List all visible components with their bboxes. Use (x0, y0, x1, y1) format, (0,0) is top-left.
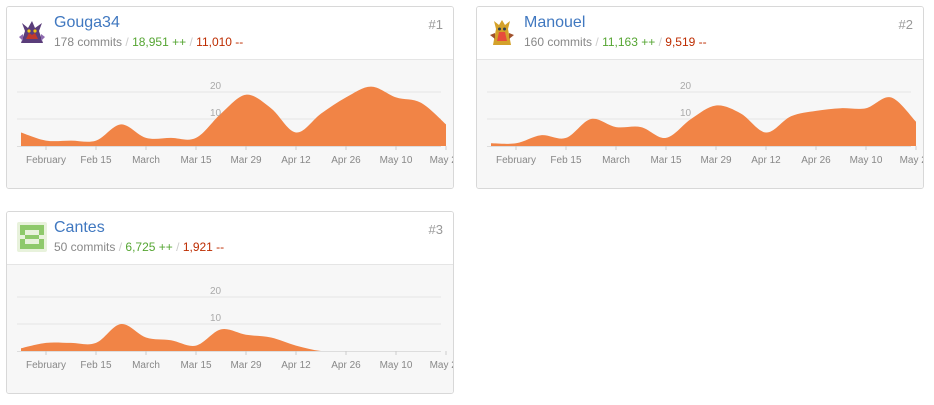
deletions-count: 1,921 -- (182, 240, 225, 254)
x-tick-label: Apr 26 (801, 155, 831, 166)
commit-count[interactable]: 50 commits (54, 240, 115, 254)
x-tick-label: Apr 26 (331, 360, 361, 371)
commit-activity-chart: 10 20 February Feb 15 March Mar 15 Mar 29 Apr 1… (477, 60, 923, 188)
x-tick-label: Mar 29 (230, 360, 262, 371)
x-tick-label: Feb 15 (80, 155, 112, 166)
chart-svg: 10 20 February Feb 15 March Mar 15 Mar 29 Apr 1… (17, 81, 453, 166)
identicon-avatar-icon[interactable] (17, 222, 47, 252)
contributor-rank: #2 (898, 17, 913, 32)
additions-count: 11,163 ++ (602, 35, 656, 49)
card-header: Manouel 160 commits / 11,163 ++ / 9,519 … (477, 7, 923, 60)
contributor-stats: 178 commits / 18,951 ++ / 11,010 -- (54, 35, 243, 49)
chart-svg: 10 20 February Feb 15 March Mar 15 Mar 29 Apr 1… (487, 81, 923, 166)
card-header: Gouga34 178 commits / 18,951 ++ / 11,010… (7, 7, 453, 60)
stats-separator: / (176, 240, 180, 254)
contributor-card-2: Manouel 160 commits / 11,163 ++ / 9,519 … (476, 6, 924, 189)
x-tick-label: March (132, 155, 160, 166)
x-tick-label: May 24 (430, 155, 453, 166)
x-tick-label: February (26, 155, 66, 166)
deletions-count: 9,519 -- (665, 35, 707, 49)
x-tick-label: Mar 29 (230, 155, 262, 166)
x-tick-label: February (26, 360, 66, 371)
y-tick-label: 20 (210, 286, 222, 297)
contributor-name-link[interactable]: Cantes (54, 219, 105, 237)
x-tick-label: May 10 (380, 155, 413, 166)
contributor-stats: 50 commits / 6,725 ++ / 1,921 -- (54, 240, 224, 254)
commit-area-series (491, 97, 916, 146)
x-tick-label: February (496, 155, 536, 166)
x-tick-label: Mar 15 (180, 360, 212, 371)
dragon-avatar-icon[interactable] (17, 17, 47, 47)
x-tick-label: Feb 15 (550, 155, 582, 166)
contributor-name-link[interactable]: Manouel (524, 14, 585, 32)
contributor-rank: #1 (428, 17, 443, 32)
x-tick-label: Apr 12 (281, 155, 311, 166)
stats-separator: / (118, 240, 123, 254)
x-tick-label: May 24 (430, 360, 453, 371)
commit-area-series (21, 323, 446, 351)
x-tick-label: March (132, 360, 160, 371)
chart-svg: 10 20 February Feb 15 March Mar 15 Mar 29 Apr 1… (17, 286, 453, 371)
contributor-card-1: Gouga34 178 commits / 18,951 ++ / 11,010… (6, 6, 454, 189)
x-tick-label: Apr 12 (281, 360, 311, 371)
creature-avatar-icon[interactable] (487, 17, 517, 47)
stats-separator: / (125, 35, 129, 49)
stats-separator: / (658, 35, 662, 49)
contributor-card-3: Cantes 50 commits / 6,725 ++ / 1,921 -- … (6, 211, 454, 394)
y-tick-label: 10 (210, 108, 222, 119)
commit-count[interactable]: 178 commits (54, 35, 122, 49)
commit-activity-chart: 10 20 February Feb 15 March Mar 15 Mar 29 Apr 1… (7, 265, 453, 393)
commit-activity-chart: 10 20 February Feb 15 March Mar 15 Mar 29 Apr 1… (7, 60, 453, 188)
y-tick-label: 10 (210, 313, 222, 324)
contributor-name-link[interactable]: Gouga34 (54, 14, 120, 32)
x-tick-label: Mar 15 (650, 155, 682, 166)
y-tick-label: 20 (210, 81, 222, 92)
additions-count: 6,725 ++ (125, 240, 173, 254)
y-tick-label: 20 (680, 81, 692, 92)
deletions-count: 11,010 -- (196, 35, 244, 49)
card-header: Cantes 50 commits / 6,725 ++ / 1,921 -- … (7, 212, 453, 265)
x-tick-label: Apr 26 (331, 155, 361, 166)
x-tick-label: Feb 15 (80, 360, 112, 371)
additions-count: 18,951 ++ (132, 35, 187, 49)
stats-separator: / (189, 35, 193, 49)
x-tick-label: May 24 (900, 155, 923, 166)
x-tick-label: March (602, 155, 630, 166)
commit-area-series (21, 86, 446, 146)
x-tick-label: Mar 15 (180, 155, 212, 166)
x-tick-label: Mar 29 (700, 155, 732, 166)
stats-separator: / (595, 35, 599, 49)
x-tick-label: Apr 12 (751, 155, 781, 166)
x-tick-label: May 10 (380, 360, 413, 371)
x-tick-label: May 10 (850, 155, 883, 166)
y-tick-label: 10 (680, 108, 692, 119)
contributor-rank: #3 (428, 222, 443, 237)
commit-count[interactable]: 160 commits (524, 35, 592, 49)
contributor-stats: 160 commits / 11,163 ++ / 9,519 -- (524, 35, 707, 49)
